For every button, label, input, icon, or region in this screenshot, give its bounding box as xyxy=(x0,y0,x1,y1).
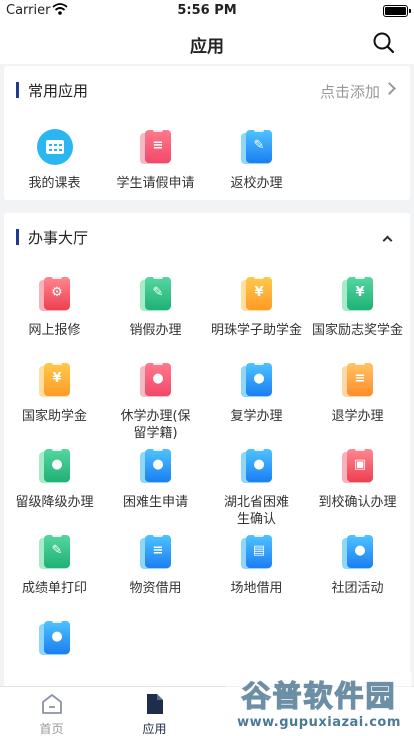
hall-item-label: 社团活动 xyxy=(331,581,384,596)
app-label: 我的课表 xyxy=(28,176,81,191)
battery-icon xyxy=(383,5,411,17)
national-grant-icon: ¥ xyxy=(36,361,74,399)
hall-item[interactable]: ● 休学办理(保 留学籍) xyxy=(105,361,206,441)
tab-apps[interactable]: 应用 xyxy=(103,687,206,736)
hall-item-label: 复学办理 xyxy=(230,409,283,424)
add-app-link[interactable]: 点击添加 xyxy=(320,81,380,102)
hall-item-label: 销假办理 xyxy=(129,323,182,338)
hall-item[interactable]: ≡ 退学办理 xyxy=(307,361,408,441)
common-apps-title: 常用应用 xyxy=(28,82,89,100)
hall-item[interactable]: ¥ 国家助学金 xyxy=(4,361,105,441)
section-marker xyxy=(16,229,19,245)
app-label: 返校办理 xyxy=(230,176,283,191)
tab-label: 首页 xyxy=(39,722,64,736)
repair-icon: ⚙ xyxy=(36,275,74,313)
search-icon[interactable] xyxy=(372,31,396,55)
hall-item[interactable]: ● xyxy=(4,619,105,686)
watermark-logo: 谷普软件园 www.gupuxiazai.com xyxy=(226,672,412,734)
status-bar: Carrier 5:56 PM xyxy=(0,0,414,22)
hall-item-label: 明珠学子助学金 xyxy=(210,323,302,338)
hall-item[interactable]: ● 社团活动 xyxy=(307,533,408,613)
service-hall-header: 办事大厅 xyxy=(4,213,410,257)
hall-item-label: 国家助学金 xyxy=(21,409,87,424)
hall-item-label: 退学办理 xyxy=(331,409,384,424)
svg-text:谷普软件园: 谷普软件园 xyxy=(241,679,396,713)
repeat-grade-icon: ● xyxy=(36,447,74,485)
chevron-right-icon[interactable] xyxy=(383,82,396,95)
cancel-leave-icon: ✎ xyxy=(137,275,175,313)
app-my-schedule[interactable]: 我的课表 xyxy=(4,128,105,208)
materials-borrow-icon: ≡ xyxy=(137,533,175,571)
leave-form-icon: ≡ xyxy=(137,128,175,166)
hall-item-label: 到校确认办理 xyxy=(318,495,397,510)
service-hall-title: 办事大厅 xyxy=(28,229,89,247)
service-hall-card: 办事大厅 ⚙ 网上报修 ✎ 销假办理 ¥ 明珠学子助学金 ¥ 国家励志奖学金 ¥ 国家助学金 ● 休学… xyxy=(4,213,410,686)
arrival-confirm-icon: ▣ xyxy=(339,447,377,485)
hall-item-label: 物资借用 xyxy=(129,581,182,596)
section-marker xyxy=(16,82,19,98)
hall-item-label: 困难生申请 xyxy=(122,495,188,510)
student-icon: ● xyxy=(36,619,74,657)
common-apps-header: 常用应用 点击添加 xyxy=(4,66,410,110)
hall-item[interactable]: ✎ 销假办理 xyxy=(105,275,206,355)
tab-label: 应用 xyxy=(142,722,167,736)
app-return-school[interactable]: ✎ 返校办理 xyxy=(206,128,307,208)
hall-item[interactable]: ● 困难生申请 xyxy=(105,447,206,527)
withdraw-icon: ≡ xyxy=(339,361,377,399)
home-icon xyxy=(42,694,62,714)
hall-item[interactable]: ● 留级降级办理 xyxy=(4,447,105,527)
venue-borrow-icon: ▤ xyxy=(238,533,276,571)
hall-item[interactable]: ¥ 国家励志奖学金 xyxy=(307,275,408,355)
tab-home[interactable]: 首页 xyxy=(0,687,103,736)
hall-item[interactable]: ▤ 场地借用 xyxy=(206,533,307,613)
app-student-leave[interactable]: ≡ 学生请假申请 xyxy=(105,128,206,208)
suspend-study-icon: ● xyxy=(137,361,175,399)
transcript-print-icon: ✎ xyxy=(36,533,74,571)
hall-item-label: 场地借用 xyxy=(230,581,283,596)
app-label: 学生请假申请 xyxy=(116,176,195,191)
clock: 5:56 PM xyxy=(177,3,237,18)
calendar-icon xyxy=(36,128,74,166)
common-apps-card: 常用应用 点击添加 我的课表 ≡ 学生请假申请 ✎ 返校办理 xyxy=(4,66,410,200)
hall-item-label: 湖北省困难 生确认 xyxy=(223,495,289,527)
hall-item[interactable]: ● 复学办理 xyxy=(206,361,307,441)
hall-item[interactable]: ≡ 物资借用 xyxy=(105,533,206,613)
hall-item-label: 休学办理(保 留学籍) xyxy=(120,409,191,441)
return-school-icon: ✎ xyxy=(238,128,276,166)
hall-item-label: 国家励志奖学金 xyxy=(311,323,403,338)
resume-study-icon: ● xyxy=(238,361,276,399)
national-award-icon: ¥ xyxy=(339,275,377,313)
hall-item[interactable]: ▣ 到校确认办理 xyxy=(307,447,408,527)
svg-text:www.gupuxiazai.com: www.gupuxiazai.com xyxy=(237,715,401,730)
hall-item-label: 成绩单打印 xyxy=(21,581,87,596)
nav-bar: 应用 xyxy=(0,22,414,64)
page-title: 应用 xyxy=(190,37,224,57)
hall-item[interactable]: ✎ 成绩单打印 xyxy=(4,533,105,613)
apps-document-icon xyxy=(147,694,163,714)
content-area[interactable]: 常用应用 点击添加 我的课表 ≡ 学生请假申请 ✎ 返校办理 办事大厅 ⚙ 网上… xyxy=(0,64,414,686)
chevron-up-icon[interactable] xyxy=(382,235,393,246)
hall-item[interactable]: ⚙ 网上报修 xyxy=(4,275,105,355)
scholarship-icon: ¥ xyxy=(238,275,276,313)
hall-item-label: 网上报修 xyxy=(28,323,81,338)
hall-item[interactable]: ● 湖北省困难 生确认 xyxy=(206,447,307,527)
hall-item-label: 留级降级办理 xyxy=(15,495,94,510)
hall-item[interactable]: ¥ 明珠学子助学金 xyxy=(206,275,307,355)
hubei-hardship-icon: ● xyxy=(238,447,276,485)
hardship-apply-icon: ● xyxy=(137,447,175,485)
club-activity-icon: ● xyxy=(339,533,377,571)
